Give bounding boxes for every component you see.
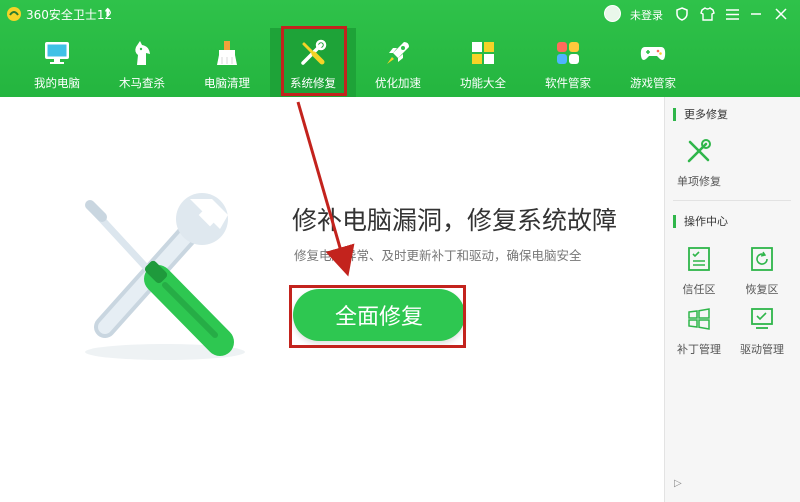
security-app-window: 360安全卫士12 ⬆ 未登录 我的电脑 木马查杀 电脑清理 系统修复 优化加速… bbox=[0, 0, 800, 502]
annotation-arrow-icon bbox=[296, 101, 355, 277]
